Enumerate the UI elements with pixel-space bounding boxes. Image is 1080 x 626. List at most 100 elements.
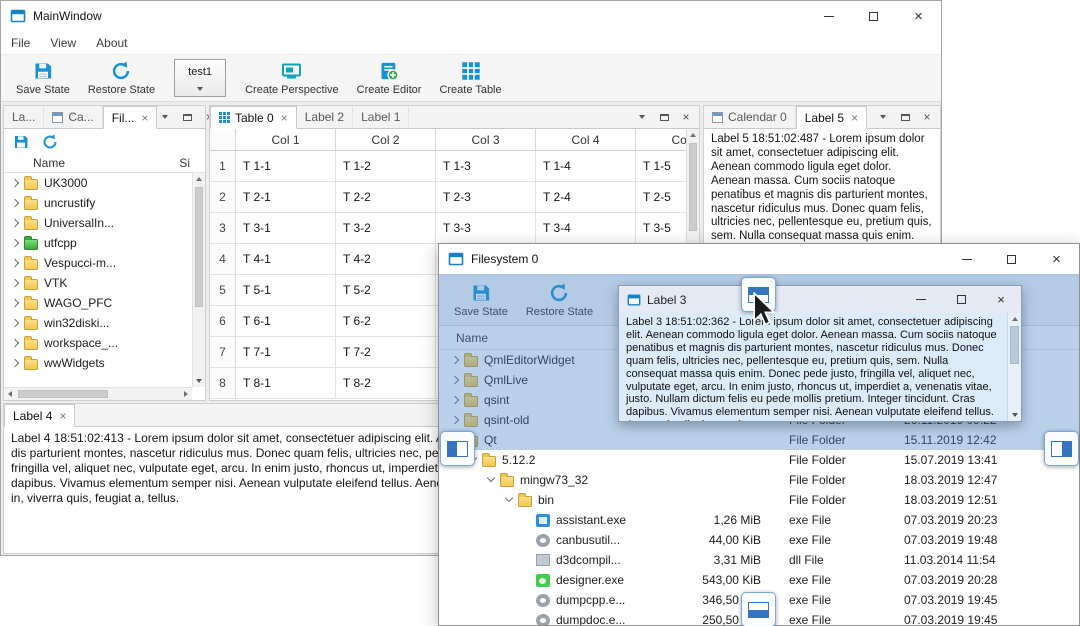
scroll-left-button[interactable] xyxy=(4,388,16,400)
tab[interactable]: Ca... × xyxy=(44,106,103,128)
expand-chevron-icon[interactable] xyxy=(10,178,20,187)
expand-chevron-icon[interactable] xyxy=(10,278,20,287)
label3-titlebar[interactable]: Label 3 × xyxy=(619,286,1021,313)
tabs-menu-button[interactable] xyxy=(875,109,891,125)
tab-close-icon[interactable]: × xyxy=(59,410,66,422)
table-corner[interactable] xyxy=(210,129,236,151)
table-cell[interactable]: T 6-2 xyxy=(336,306,436,337)
scroll-up-button[interactable] xyxy=(193,173,205,185)
menu-item[interactable]: File xyxy=(1,31,40,54)
close-group-button[interactable]: × xyxy=(678,109,694,125)
tab-close-icon[interactable]: × xyxy=(141,112,148,124)
table-cell[interactable]: T 3-2 xyxy=(336,213,436,244)
tree-item[interactable]: UK3000 xyxy=(4,173,192,193)
minimize-button[interactable] xyxy=(901,286,941,313)
tree-column-headers[interactable]: Name Si xyxy=(4,154,205,173)
tab[interactable]: Label 1 × xyxy=(353,106,410,128)
expand-chevron-icon[interactable] xyxy=(10,298,20,307)
table-cell[interactable]: T 3-1 xyxy=(236,213,336,244)
row-number[interactable]: 6 xyxy=(210,306,236,337)
menu-item[interactable]: View xyxy=(40,31,86,54)
tab-close-icon[interactable]: × xyxy=(281,112,288,124)
expand-chevron-icon[interactable] xyxy=(486,473,496,483)
row-number[interactable]: 4 xyxy=(210,244,236,275)
horizontal-scrollbar[interactable] xyxy=(4,387,192,400)
close-button[interactable]: × xyxy=(896,1,941,31)
main-titlebar[interactable]: MainWindow × xyxy=(1,1,941,31)
table-cell[interactable]: T 3-3 xyxy=(436,213,536,244)
table-cell[interactable]: T 5-2 xyxy=(336,275,436,306)
row-number[interactable]: 3 xyxy=(210,213,236,244)
table-cell[interactable]: T 1-1 xyxy=(236,151,336,182)
expand-chevron-icon[interactable] xyxy=(504,493,514,503)
tabs-menu-button[interactable] xyxy=(157,109,173,125)
filesystem-titlebar[interactable]: Filesystem 0 × xyxy=(439,244,1079,274)
scrollbar-thumb[interactable] xyxy=(1010,326,1019,364)
expand-chevron-icon[interactable] xyxy=(10,238,20,247)
minimize-button[interactable] xyxy=(944,244,989,274)
scrollbar-thumb[interactable] xyxy=(18,390,108,398)
minimize-button[interactable] xyxy=(806,1,851,31)
tree-item[interactable]: utfcpp xyxy=(4,233,192,253)
table-cell[interactable]: T 2-3 xyxy=(436,182,536,213)
tab[interactable]: La... × xyxy=(4,106,45,128)
detach-group-button[interactable] xyxy=(897,109,913,125)
perspective-dropdown[interactable]: test1 xyxy=(174,59,227,97)
name-column-header[interactable]: Name xyxy=(4,156,65,170)
close-group-button[interactable]: × xyxy=(919,109,935,125)
tab[interactable]: Label 5 × xyxy=(795,106,868,129)
tree-item[interactable]: 5.12.2 File Folder 15.07.2019 13:41 xyxy=(439,450,1079,470)
column-header[interactable]: Col 1 xyxy=(236,129,336,151)
save-icon[interactable] xyxy=(13,134,29,150)
tree-item[interactable]: d3dcompil... 3,31 MiB dll File 11.03.201… xyxy=(439,550,1079,570)
vertical-scrollbar[interactable] xyxy=(1007,313,1021,421)
detach-group-button[interactable] xyxy=(656,109,672,125)
expand-chevron-icon[interactable] xyxy=(10,358,20,367)
table-cell[interactable]: T 5-1 xyxy=(236,275,336,306)
table-cell[interactable]: T 2-1 xyxy=(236,182,336,213)
row-number[interactable]: 2 xyxy=(210,182,236,213)
table-cell[interactable]: T 1-5 xyxy=(636,151,686,182)
tree-item[interactable]: mingw73_32 File Folder 18.03.2019 12:47 xyxy=(439,470,1079,490)
dock-indicator-bottom[interactable] xyxy=(741,592,776,626)
scroll-up-button[interactable] xyxy=(1008,313,1021,325)
scroll-down-button[interactable] xyxy=(193,375,205,387)
tree-item[interactable]: workspace_... xyxy=(4,333,192,353)
maximize-button[interactable] xyxy=(941,286,981,313)
table-cell[interactable]: T 8-2 xyxy=(336,368,436,399)
row-number[interactable]: 1 xyxy=(210,151,236,182)
scrollbar-thumb[interactable] xyxy=(195,187,203,307)
tab[interactable]: Label 4 × xyxy=(4,404,76,427)
column-header[interactable]: Col 3 xyxy=(436,129,536,151)
row-number[interactable]: 7 xyxy=(210,337,236,368)
scroll-up-button[interactable] xyxy=(687,129,699,141)
tree-item[interactable]: Vespucci-m... xyxy=(4,253,192,273)
table-cell[interactable]: T 1-3 xyxy=(436,151,536,182)
table-cell[interactable]: T 8-1 xyxy=(236,368,336,399)
scroll-down-button[interactable] xyxy=(1008,409,1021,421)
table-cell[interactable]: T 7-1 xyxy=(236,337,336,368)
save-state-button[interactable]: Save State xyxy=(7,55,79,101)
table-cell[interactable]: T 7-2 xyxy=(336,337,436,368)
close-button[interactable]: × xyxy=(981,286,1021,313)
create-editor-button[interactable]: Create Editor xyxy=(348,55,431,101)
table-cell[interactable]: T 1-2 xyxy=(336,151,436,182)
size-column-header[interactable]: Si xyxy=(179,156,190,170)
table-cell[interactable]: T 1-4 xyxy=(536,151,636,182)
row-number[interactable]: 8 xyxy=(210,368,236,399)
tree-item[interactable]: UniversalIn... xyxy=(4,213,192,233)
column-header[interactable]: Col 4 xyxy=(536,129,636,151)
tree-item[interactable]: assistant.exe 1,26 MiB exe File 07.03.20… xyxy=(439,510,1079,530)
expand-chevron-icon[interactable] xyxy=(10,318,20,327)
label3-drag-preview-window[interactable]: Label 3 × Label 3 18:51:02:362 - Lorem i… xyxy=(618,285,1022,422)
close-button[interactable]: × xyxy=(1034,244,1079,274)
restore-state-button[interactable]: Restore State xyxy=(79,55,164,101)
tab[interactable]: Label 2 × xyxy=(297,106,354,128)
table-cell[interactable]: T 4-1 xyxy=(236,244,336,275)
tree-item[interactable]: uncrustify xyxy=(4,193,192,213)
create-perspective-button[interactable]: Create Perspective xyxy=(236,55,348,101)
expand-chevron-icon[interactable] xyxy=(10,338,20,347)
expand-chevron-icon[interactable] xyxy=(10,258,20,267)
column-header[interactable]: Col 5 xyxy=(636,129,686,151)
table-cell[interactable]: T 2-4 xyxy=(536,182,636,213)
